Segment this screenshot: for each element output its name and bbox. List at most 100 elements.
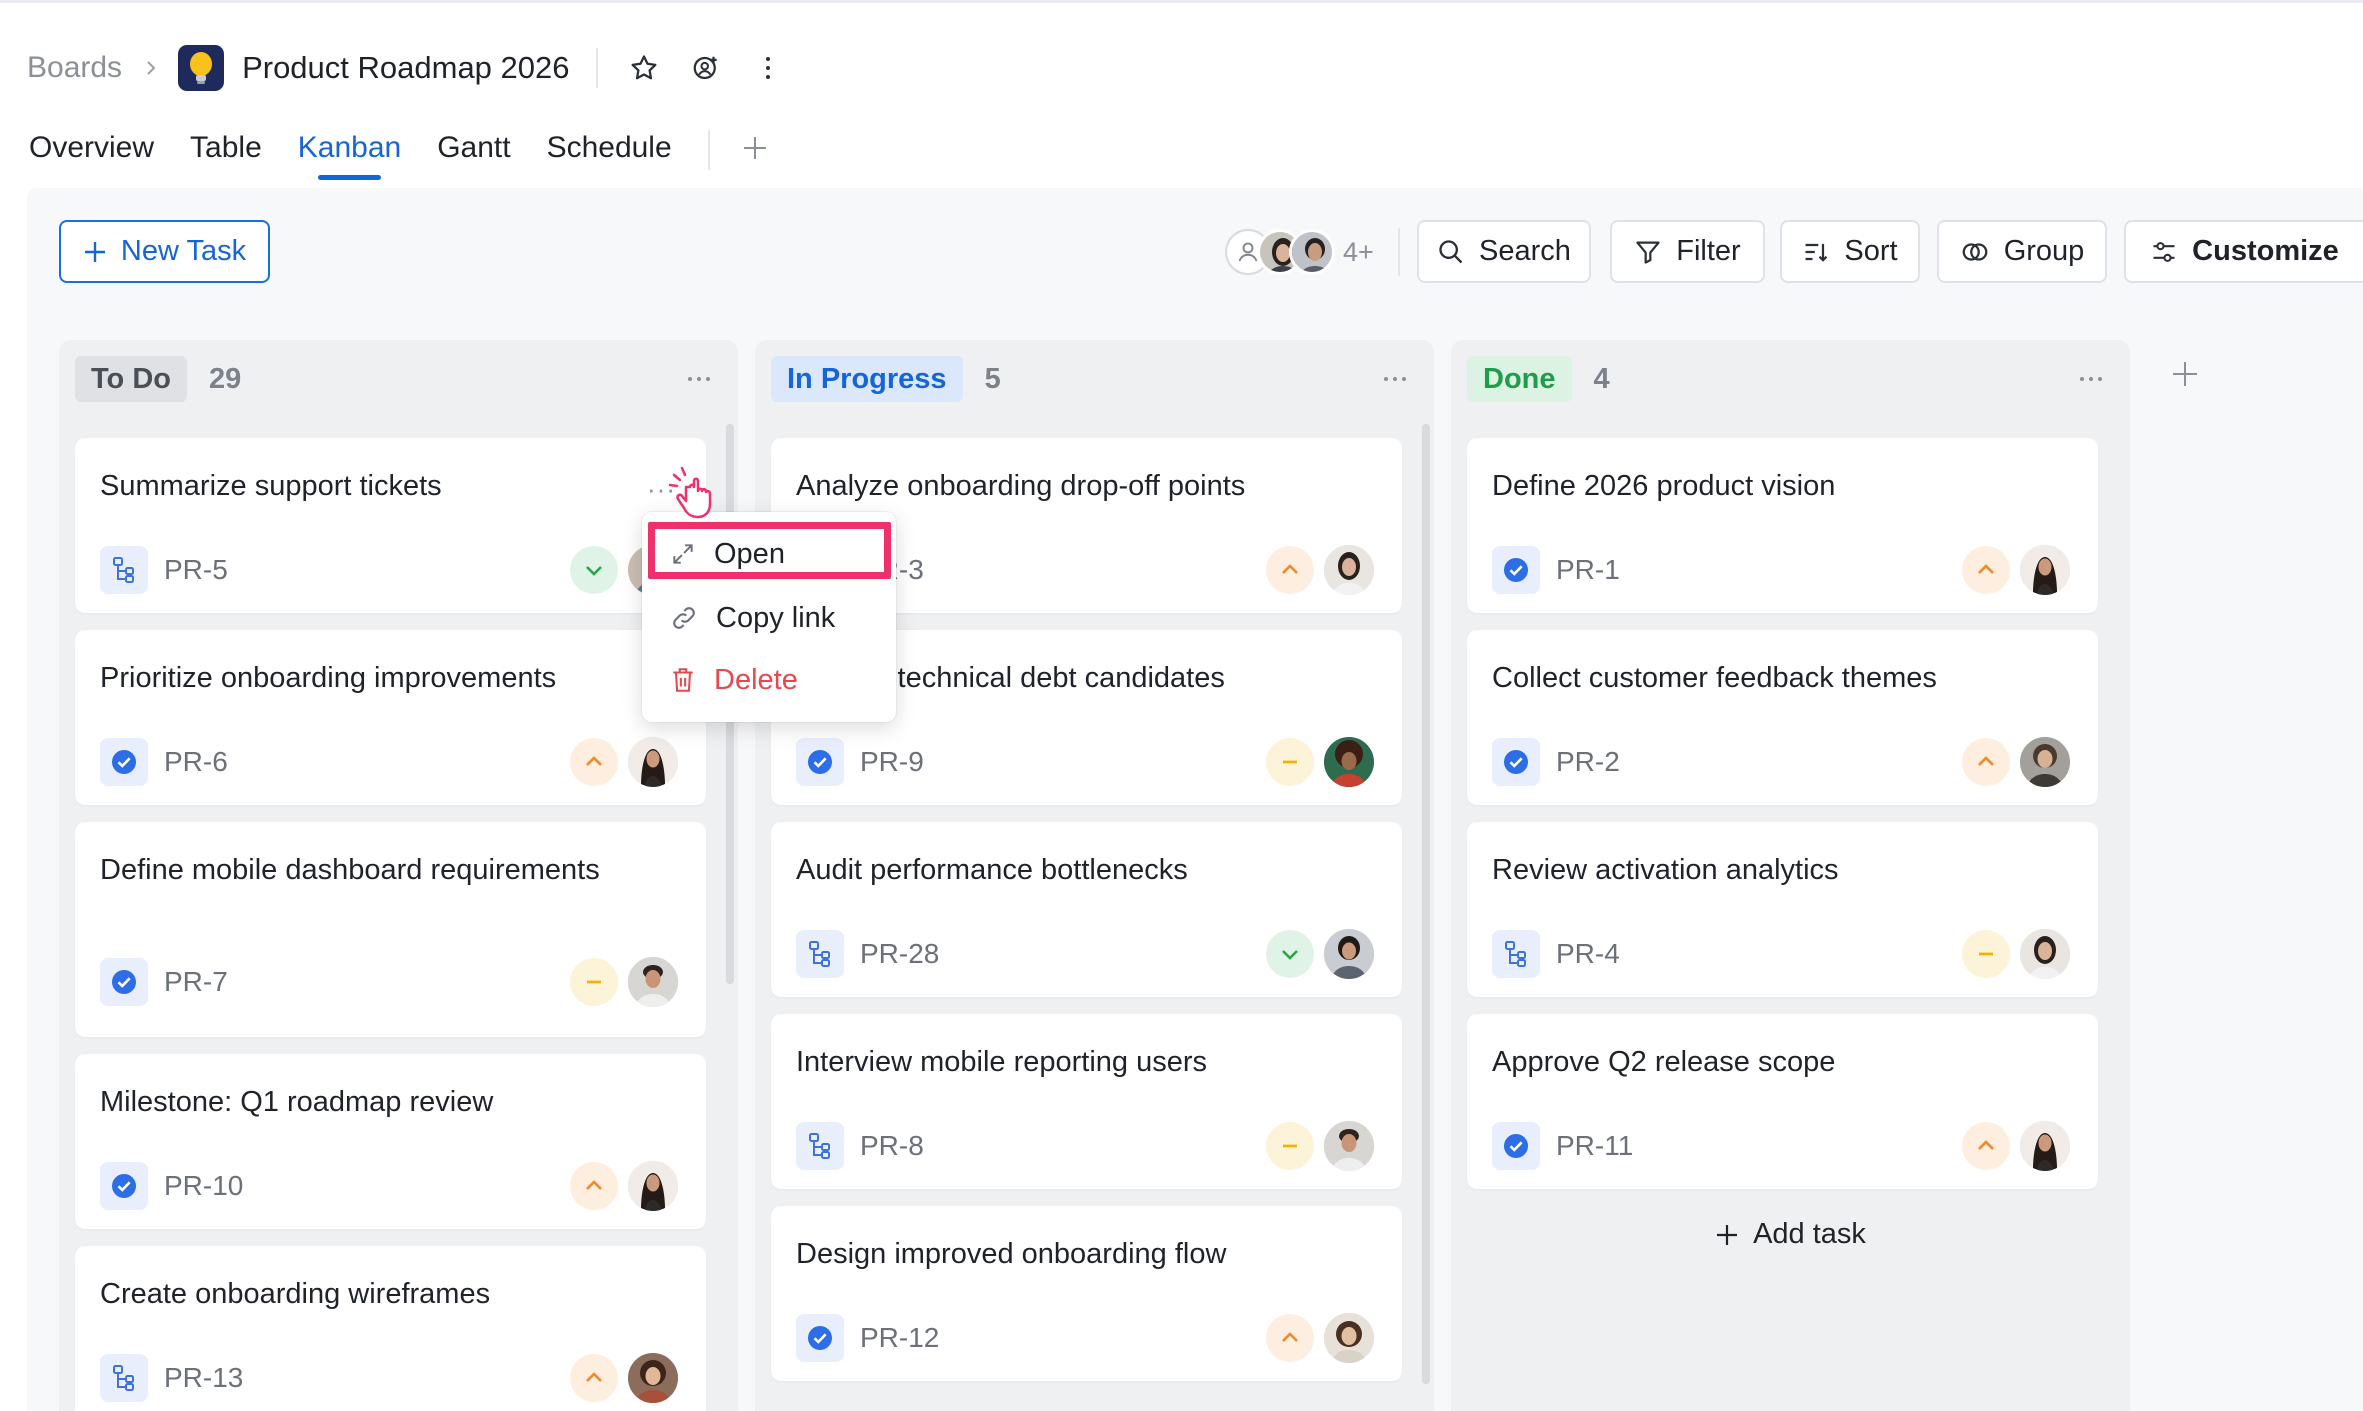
card-id: PR-1	[1556, 554, 1620, 585]
plus-icon	[84, 241, 105, 262]
subtask-icon	[100, 1354, 148, 1402]
view-tabs: Overview Table Kanban Gantt Schedule	[29, 124, 778, 180]
subtask-icon	[796, 1122, 844, 1170]
task-card[interactable]: Create onboarding wireframes PR-13	[75, 1246, 706, 1411]
subtask-icon	[100, 546, 148, 594]
tab-schedule[interactable]: Schedule	[547, 124, 672, 180]
card-meta: PR-5	[100, 546, 228, 594]
hand-cursor-icon	[668, 466, 712, 519]
card-id: PR-7	[164, 966, 228, 997]
sort-label: Sort	[1844, 235, 1898, 267]
menu-item-copy-link[interactable]: Copy link	[654, 592, 884, 644]
card-meta: PR-11	[1492, 1122, 1633, 1170]
add-task-label: Add task	[1753, 1218, 1866, 1250]
card-meta: PR-13	[100, 1354, 243, 1402]
menu-item-copy-link-label: Copy link	[716, 601, 836, 634]
card-id: PR-13	[164, 1362, 244, 1393]
tab-table[interactable]: Table	[190, 124, 262, 180]
member-avatar	[1289, 229, 1335, 275]
task-card[interactable]: Milestone: Q1 roadmap review PR-10	[75, 1054, 706, 1229]
add-task-button[interactable]: Add task	[1451, 1218, 2130, 1251]
priority-high-icon	[570, 1354, 618, 1402]
card-meta: PR-10	[100, 1162, 243, 1210]
task-card[interactable]: Define mobile dashboard requirements PR-…	[75, 822, 706, 1037]
card-id: PR-2	[1556, 746, 1620, 777]
add-column-icon[interactable]	[2163, 352, 2207, 396]
subscribe-icon[interactable]	[682, 44, 730, 92]
group-button[interactable]: Group	[1937, 220, 2107, 283]
column-scrollbar[interactable]	[1422, 424, 1430, 1384]
card-meta: PR-9	[796, 738, 924, 786]
priority-medium-icon	[570, 958, 618, 1006]
task-card[interactable]: Interview mobile reporting users PR-8	[771, 1014, 1402, 1189]
assignee-avatar	[628, 957, 678, 1007]
add-view-icon[interactable]	[732, 125, 778, 171]
group-label: Group	[2003, 235, 2085, 267]
filter-icon	[1636, 241, 1660, 264]
priority-low-icon	[1266, 930, 1314, 978]
plus-icon	[1717, 1224, 1738, 1245]
card-meta: PR-4	[1492, 930, 1620, 978]
board-members[interactable]: 4+	[1225, 224, 1374, 280]
tab-overview[interactable]: Overview	[29, 124, 154, 180]
column-more-icon[interactable]	[1378, 364, 1412, 394]
lightbulb-icon	[178, 45, 225, 91]
card-title: Audit performance bottlenecks	[796, 854, 1188, 886]
column-title: To Do	[75, 356, 187, 402]
subtask-icon	[1492, 930, 1540, 978]
column-header: To Do 29	[75, 356, 241, 402]
card-title: Approve Q2 release scope	[1492, 1046, 1836, 1078]
tab-gantt[interactable]: Gantt	[437, 124, 510, 180]
menu-item-delete[interactable]: Delete	[654, 654, 884, 706]
task-card[interactable]: Prioritize onboarding improvements PR-6	[75, 630, 706, 805]
task-card[interactable]: Design improved onboarding flow PR-12	[771, 1206, 1402, 1381]
tabs-divider	[707, 130, 710, 170]
sort-button[interactable]: Sort	[1780, 220, 1920, 283]
task-card[interactable]: Summarize support tickets PR-5	[75, 438, 706, 613]
column-more-icon[interactable]	[682, 364, 716, 394]
task-card[interactable]: Approve Q2 release scope PR-11	[1467, 1014, 2098, 1189]
task-check-icon	[100, 1162, 148, 1210]
tab-kanban[interactable]: Kanban	[298, 124, 401, 180]
new-task-button[interactable]: New Task	[59, 220, 270, 283]
task-check-icon	[100, 738, 148, 786]
breadcrumb-boards[interactable]: Boards	[27, 51, 122, 85]
priority-high-icon	[570, 738, 618, 786]
card-id: PR-4	[1556, 938, 1620, 969]
column-title: Done	[1467, 356, 1572, 402]
search-button[interactable]: Search	[1417, 220, 1591, 283]
assignee-avatar	[1324, 929, 1374, 979]
card-title: Summarize support tickets	[100, 470, 442, 502]
toolbar-divider	[1398, 228, 1400, 276]
card-meta: PR-28	[796, 930, 939, 978]
assignee-avatar	[1324, 545, 1374, 595]
filter-button[interactable]: Filter	[1610, 220, 1765, 283]
assignee-avatar	[2020, 737, 2070, 787]
card-title: Interview mobile reporting users	[796, 1046, 1208, 1078]
task-check-icon	[1492, 738, 1540, 786]
task-card[interactable]: Audit performance bottlenecks PR-28	[771, 822, 1402, 997]
task-check-icon	[796, 738, 844, 786]
card-id: PR-12	[860, 1322, 940, 1353]
column-more-icon[interactable]	[2074, 364, 2108, 394]
new-task-label: New Task	[120, 235, 247, 267]
card-title: Create onboarding wireframes	[100, 1278, 491, 1310]
assignee-avatar	[1324, 737, 1374, 787]
header-divider	[595, 48, 598, 88]
customize-button[interactable]: Customize	[2124, 220, 2363, 283]
column-header: In Progress 5	[771, 356, 1001, 402]
task-card[interactable]: Review activation analytics PR-4	[1467, 822, 2098, 997]
more-vertical-icon[interactable]	[744, 44, 792, 92]
task-card[interactable]: Collect customer feedback themes PR-2	[1467, 630, 2098, 805]
task-check-icon	[1492, 1122, 1540, 1170]
card-id: PR-9	[860, 746, 924, 777]
card-id: PR-11	[1556, 1130, 1634, 1161]
priority-medium-icon	[1266, 738, 1314, 786]
assignee-avatar	[628, 1161, 678, 1211]
sliders-icon	[2153, 241, 2175, 262]
task-card[interactable]: Define 2026 product vision PR-1	[1467, 438, 2098, 613]
star-icon[interactable]	[620, 44, 668, 92]
top-divider	[0, 0, 2363, 3]
menu-item-delete-label: Delete	[714, 663, 798, 696]
card-title: Analyze onboarding drop-off points	[796, 470, 1246, 502]
